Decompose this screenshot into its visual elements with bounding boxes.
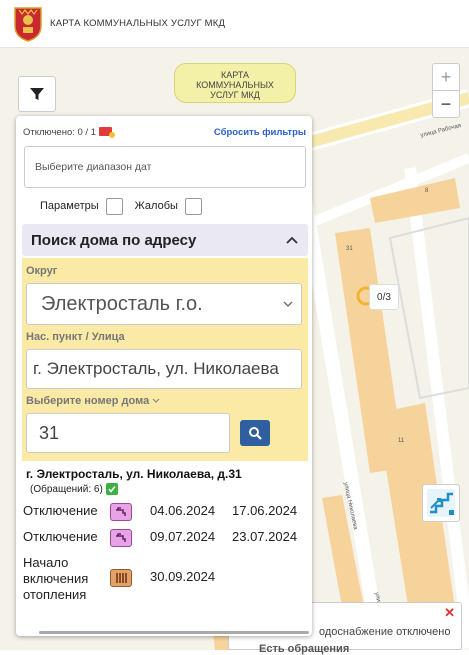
horizontal-scrollbar[interactable]	[39, 631, 309, 634]
address-search-title: Поиск дома по адресу	[31, 231, 197, 249]
house-number-input[interactable]: 31	[26, 413, 230, 453]
app-title: КАРТА КОММУНАЛЬНЫХ УСЛУГ МКД	[50, 18, 226, 29]
building-number: 11	[398, 438, 405, 444]
district-value: Электросталь г.о.	[41, 292, 203, 315]
event-type: Отключение	[23, 529, 98, 544]
district-label: Округ	[26, 265, 58, 277]
params-checkbox[interactable]	[105, 197, 123, 215]
event-type: Начало включения отопления	[23, 555, 89, 602]
event-row[interactable]: Отключение 09.07.2024 23.07.2024	[16, 529, 312, 547]
event-end-date: 23.07.2024	[232, 529, 298, 544]
date-range-input[interactable]: Выберите диапазон дат	[24, 146, 306, 188]
house-label-row[interactable]: Выберите номер дома	[26, 395, 302, 407]
locality-label: Нас. пункт / Улица	[26, 331, 125, 343]
district-select[interactable]: Электросталь г.о.	[26, 283, 302, 325]
complaints-checkbox[interactable]	[184, 197, 202, 215]
event-row[interactable]: Отключение 04.06.2024 17.06.2024	[16, 503, 312, 521]
result-count-text: (Обращений: 6)	[30, 483, 103, 495]
locality-input[interactable]: г. Электросталь, ул. Николаева	[26, 349, 302, 389]
complaints-label: Жалобы	[134, 200, 178, 212]
zoom-out-button[interactable]: −	[433, 91, 459, 118]
reset-filters-link[interactable]: Сбросить фильтры	[214, 127, 306, 138]
mail-warning-icon	[99, 127, 115, 138]
event-row[interactable]: Начало включения отопления 30.09.2024	[16, 555, 312, 603]
map-title-label: КАРТА КОММУНАЛЬНЫХ УСЛУГ МКД	[174, 63, 296, 103]
stairs-layers-icon	[427, 489, 455, 517]
result-address: г. Электросталь, ул. Николаева, д.31	[26, 467, 242, 481]
search-button[interactable]	[240, 420, 270, 446]
radiator-icon	[110, 569, 132, 587]
chevron-down-icon	[152, 398, 160, 403]
close-icon[interactable]: ✕	[444, 605, 455, 621]
hot-water-tap-icon	[110, 529, 132, 547]
map-label-line: КОММУНАЛЬНЫХ	[196, 80, 274, 90]
chevron-down-icon	[283, 301, 293, 307]
result-complaints-count: (Обращений: 6)	[30, 483, 312, 495]
house-row: 31	[26, 413, 302, 453]
moscow-oblast-crest-icon	[14, 6, 42, 42]
address-search-form: Округ Электросталь г.о. Нас. пункт / Ули…	[22, 258, 308, 461]
event-start-date: 04.06.2024	[150, 503, 216, 518]
cluster-count-badge: 0/3	[369, 284, 399, 310]
filter-panel: Отключено: 0 / 1 Сбросить фильтры Выбери…	[16, 116, 312, 636]
params-label: Параметры	[40, 200, 99, 212]
filter-panel-header: Отключено: 0 / 1 Сбросить фильтры	[16, 116, 312, 140]
address-search-header[interactable]: Поиск дома по адресу	[22, 224, 308, 256]
event-start-date: 09.07.2024	[150, 529, 216, 544]
app-header: КАРТА КОММУНАЛЬНЫХ УСЛУГ МКД	[0, 0, 469, 48]
layers-button[interactable]	[422, 484, 460, 522]
filter-toggle-button[interactable]	[18, 76, 56, 112]
building-number: 8	[425, 188, 429, 194]
chevron-up-icon	[286, 236, 298, 244]
search-result: г. Электросталь, ул. Николаева, д.31 (Об…	[16, 461, 312, 495]
disabled-counter: Отключено: 0 / 1	[23, 126, 115, 138]
event-start-date: 30.09.2024	[150, 569, 216, 584]
event-end-date: 17.06.2024	[232, 503, 298, 518]
funnel-icon	[30, 88, 44, 100]
map-label-line: КАРТА	[220, 70, 250, 80]
disabled-counter-text: Отключено: 0 / 1	[23, 126, 96, 138]
house-label: Выберите номер дома	[26, 395, 150, 407]
zoom-in-button[interactable]: +	[433, 64, 459, 91]
events-list: Отключение 04.06.2024 17.06.2024 Отключе…	[16, 503, 312, 603]
popup-status-text-2: Есть обращения	[259, 643, 350, 655]
check-icon	[105, 483, 118, 495]
filter-checkboxes: Параметры Жалобы	[16, 188, 312, 216]
event-type: Отключение	[23, 503, 98, 518]
search-icon	[249, 427, 262, 440]
popup-status-text: одоснабжение отключено	[319, 626, 451, 638]
zoom-control: + −	[432, 63, 460, 118]
map-label-line: УСЛУГ МКД	[210, 90, 260, 100]
building-number: 31	[346, 246, 353, 252]
hot-water-tap-icon	[110, 503, 132, 521]
